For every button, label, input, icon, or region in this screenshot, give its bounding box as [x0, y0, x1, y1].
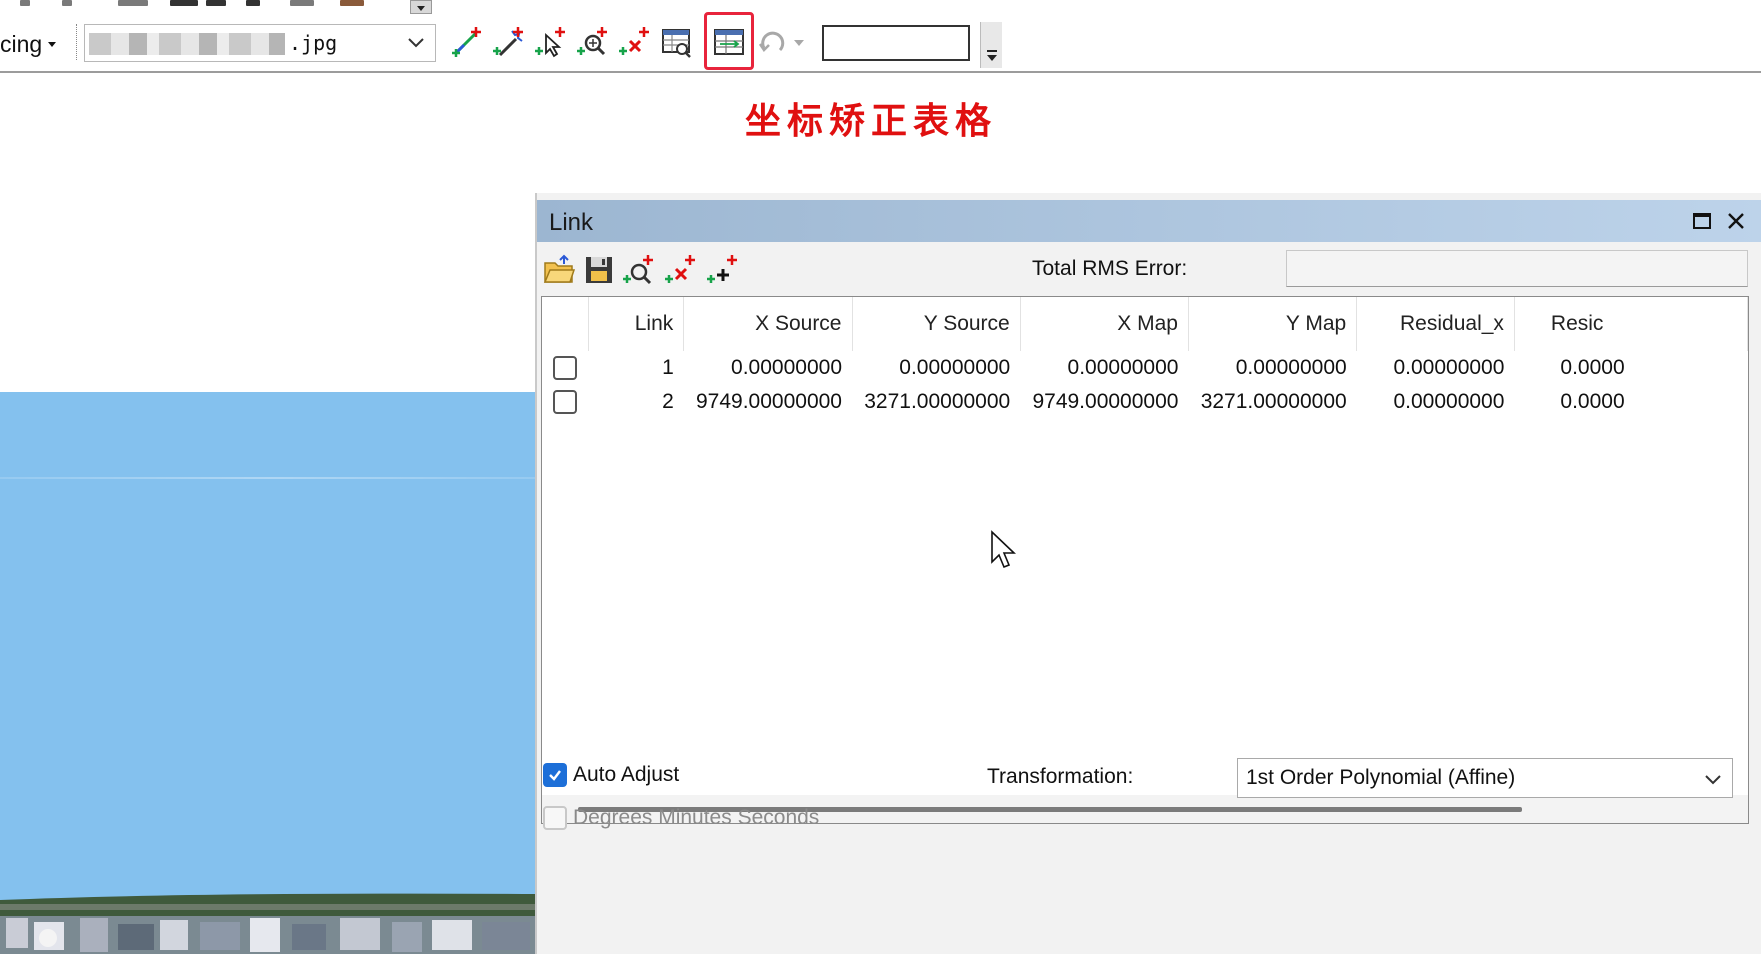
cell-residual-x: 0.00000000 [1393, 356, 1505, 379]
zoom-to-selected-link-icon[interactable] [574, 22, 612, 62]
auto-adjust-checkbox[interactable]: Auto Adjust [543, 763, 679, 787]
delete-link-icon[interactable] [661, 251, 701, 289]
column-header-residual-y[interactable]: Resic [1514, 297, 1748, 351]
toolbar-stub [118, 0, 148, 6]
georeferencing-menu-label: cing [0, 30, 43, 57]
checkbox-icon [553, 356, 578, 381]
dms-label: Degrees Minutes Seconds [573, 806, 820, 829]
view-link-table-icon[interactable] [658, 22, 696, 62]
zoom-link-icon[interactable] [619, 251, 659, 289]
toolbar-divider [0, 71, 1761, 73]
delete-link-icon[interactable] [616, 22, 654, 62]
toolbar-top-remnant [0, 0, 1000, 14]
blurred-layer-name [89, 33, 285, 55]
maximize-button[interactable] [1687, 206, 1717, 236]
cell-y-source: 0.00000000 [899, 356, 1011, 379]
total-rms-label: Total RMS Error: [1032, 257, 1188, 280]
cell-x-source: 0.00000000 [731, 356, 842, 379]
toolbar-stub [20, 0, 30, 6]
link-table[interactable]: Link X Source Y Source X Map Y Map Resid… [541, 296, 1749, 824]
column-header-y-source[interactable]: Y Source [852, 297, 1021, 351]
chevron-down-icon [48, 41, 57, 47]
cell-y-map: 3271.00000000 [1200, 390, 1347, 413]
auto-registration-icon[interactable] [490, 22, 528, 62]
transformation-select[interactable]: 1st Order Polynomial (Affine) [1237, 758, 1733, 798]
toolbar-stub [246, 0, 260, 6]
link-window: Link Total RMS Error: Link X Source Y So… [535, 193, 1761, 954]
checkbox-column-header [542, 297, 590, 351]
chevron-down-icon [1705, 775, 1721, 785]
link-table-body: Link X Source Y Source X Map Y Map Resid… [542, 297, 1748, 419]
row-checkbox[interactable] [542, 351, 589, 385]
auto-adjust-label: Auto Adjust [573, 763, 680, 786]
table-row[interactable]: 1 0.00000000 0.00000000 0.00000000 0.000… [542, 351, 1748, 385]
map-feature-line [0, 477, 537, 479]
open-folder-icon[interactable] [539, 251, 579, 289]
rotate-icon [758, 31, 785, 52]
transformation-label: Transformation: [987, 765, 1134, 788]
select-link-icon[interactable] [532, 22, 570, 62]
cell-y-map: 0.00000000 [1235, 356, 1347, 379]
layer-combo-value: .jpg [289, 31, 338, 55]
checkbox-icon [553, 390, 578, 415]
add-control-points-icon[interactable] [448, 22, 486, 62]
toolbar-stub [206, 0, 226, 6]
add-link-icon[interactable] [703, 251, 743, 289]
link-table-button-highlight [704, 12, 754, 70]
toolbar-overflow-button[interactable] [980, 22, 1002, 68]
cell-x-source: 9749.00000000 [696, 390, 842, 413]
column-header-y-map[interactable]: Y Map [1188, 297, 1358, 351]
georeferencing-menu[interactable]: cing [0, 28, 57, 60]
cell-y-source: 3271.00000000 [864, 390, 1011, 413]
row-checkbox[interactable] [542, 385, 589, 419]
cell-residual-y: 0.0000 [1560, 356, 1625, 379]
maximize-icon [1693, 213, 1711, 229]
link-window-titlebar[interactable]: Link [537, 200, 1761, 242]
cell-residual-y: 0.0000 [1560, 390, 1625, 413]
cell-residual-x: 0.00000000 [1393, 390, 1505, 413]
chevron-down-icon [794, 40, 804, 46]
total-rms-value [1286, 250, 1748, 287]
checkbox-icon [543, 806, 567, 830]
toolbar-stub [170, 0, 198, 6]
table-row[interactable]: 2 9749.00000000 3271.00000000 9749.00000… [542, 385, 1748, 419]
cell-x-map: 0.00000000 [1067, 356, 1179, 379]
close-button[interactable] [1721, 206, 1751, 236]
column-header-link[interactable]: Link [588, 297, 685, 351]
scale-input[interactable] [822, 25, 970, 61]
transformation-value: 1st Order Polynomial (Affine) [1246, 766, 1516, 789]
save-icon[interactable] [579, 251, 619, 289]
mouse-cursor-icon [991, 530, 1016, 569]
toolbar-separator [76, 24, 78, 60]
column-header-x-source[interactable]: X Source [683, 297, 853, 351]
map-canvas[interactable] [0, 392, 537, 954]
toolbar-overflow-top[interactable] [410, 0, 432, 14]
column-header-x-map[interactable]: X Map [1020, 297, 1189, 351]
column-header-residual-x[interactable]: Residual_x [1356, 297, 1515, 351]
cell-link: 2 [662, 390, 674, 413]
cell-x-map: 9749.00000000 [1032, 390, 1179, 413]
map-imagery-strip [0, 893, 537, 954]
annotation-label: 坐标矫正表格 [745, 100, 998, 142]
toolbar-stub [340, 0, 364, 6]
dms-checkbox[interactable]: Degrees Minutes Seconds [543, 806, 819, 830]
toolbar-stub [62, 0, 72, 6]
checkmark-icon [543, 763, 567, 787]
cell-link: 1 [662, 356, 674, 379]
link-window-title: Link [549, 209, 594, 236]
chevron-down-icon [408, 38, 424, 48]
layer-combo[interactable]: .jpg [84, 24, 436, 62]
link-table-header: Link X Source Y Source X Map Y Map Resid… [542, 297, 1748, 351]
close-icon [1728, 213, 1744, 229]
rotate-tool[interactable] [756, 24, 808, 62]
toolbar-stub [290, 0, 314, 6]
